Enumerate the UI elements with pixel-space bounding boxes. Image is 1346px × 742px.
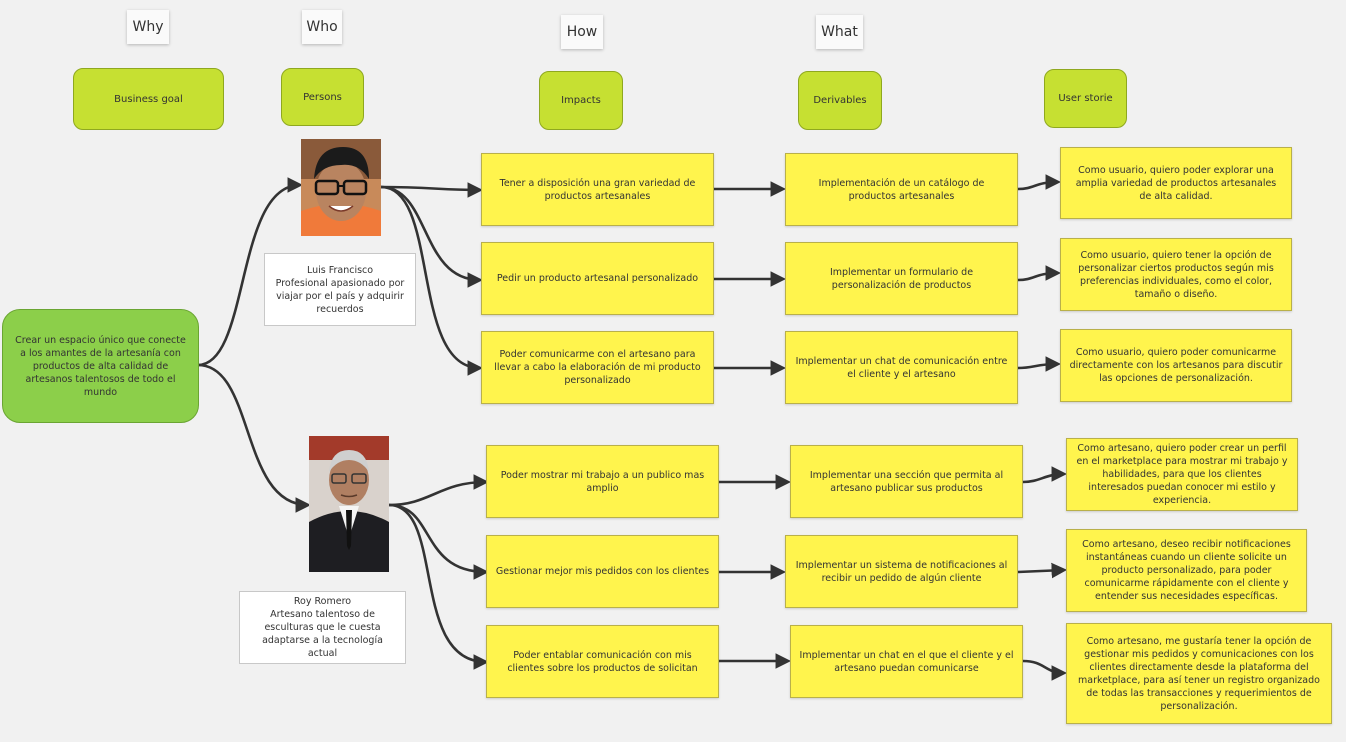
connector-derivable5-story5 xyxy=(1017,562,1068,579)
derivable-5[interactable]: Implementar un sistema de notificaciones… xyxy=(785,535,1018,608)
category-business-goal[interactable]: Business goal xyxy=(73,68,224,130)
category-derivables[interactable]: Derivables xyxy=(798,71,882,130)
user-story-2[interactable]: Como usuario, quiero tener la opción de … xyxy=(1060,238,1292,311)
connector-derivable6-story6 xyxy=(1022,659,1068,681)
persona-photo-roy[interactable] xyxy=(309,436,389,572)
user-story-6[interactable]: Como artesano, me gustaría tener la opci… xyxy=(1066,623,1332,724)
derivable-1[interactable]: Implementación de un catálogo de product… xyxy=(785,153,1018,226)
impact-5[interactable]: Gestionar mejor mis pedidos con los clie… xyxy=(486,535,719,608)
persona-description: Profesional apasionado por viajar por el… xyxy=(275,277,405,315)
connector-persona2-impact5 xyxy=(388,503,490,580)
user-story-4[interactable]: Como artesano, quiero poder crear un per… xyxy=(1066,438,1298,511)
persona-description: Artesano talentoso de esculturas que le … xyxy=(262,609,383,659)
impact-6[interactable]: Poder entablar comunicación con mis clie… xyxy=(486,625,719,698)
connector-persona2-impact4 xyxy=(388,474,490,507)
persona-name: Roy Romero xyxy=(293,596,352,607)
derivable-2[interactable]: Implementar un formulario de personaliza… xyxy=(785,242,1018,315)
connector-goal-persona-2 xyxy=(197,363,312,513)
derivable-4[interactable]: Implementar una sección que permita al a… xyxy=(790,445,1023,518)
connector-derivable4-story4 xyxy=(1022,466,1068,484)
header-what: What xyxy=(816,15,863,49)
persona-name: Luis Francisco xyxy=(306,264,374,276)
derivable-6[interactable]: Implementar un chat en el que el cliente… xyxy=(790,625,1023,698)
persona-card-roy[interactable]: Roy Romero Artesano talentoso de escultu… xyxy=(239,591,406,664)
impact-4[interactable]: Poder mostrar mi trabajo a un publico ma… xyxy=(486,445,719,518)
person-avatar-icon xyxy=(309,436,389,572)
header-who: Who xyxy=(302,10,342,44)
person-avatar-icon xyxy=(301,139,381,236)
user-story-5[interactable]: Como artesano, deseo recibir notificacio… xyxy=(1066,529,1307,612)
user-story-1[interactable]: Como usuario, quiero poder explorar una … xyxy=(1060,147,1292,219)
connector-derivable1-story1 xyxy=(1017,174,1062,191)
header-how: How xyxy=(561,15,603,49)
user-story-3[interactable]: Como usuario, quiero poder comunicarme d… xyxy=(1060,329,1292,402)
impact-3[interactable]: Poder comunicarme con el artesano para l… xyxy=(481,331,714,404)
derivable-3[interactable]: Implementar un chat de comunicación entr… xyxy=(785,331,1018,404)
connector-derivable3-story3 xyxy=(1017,356,1062,372)
persona-photo-luis[interactable] xyxy=(301,139,381,236)
category-user-storie[interactable]: User storie xyxy=(1044,69,1127,128)
business-goal-node[interactable]: Crear un espacio único que conecte a los… xyxy=(2,309,199,423)
category-impacts[interactable]: Impacts xyxy=(539,71,623,130)
connector-derivable2-story2 xyxy=(1017,265,1062,282)
impact-2[interactable]: Pedir un producto artesanal personalizad… xyxy=(481,242,714,315)
impact-1[interactable]: Tener a disposición una gran variedad de… xyxy=(481,153,714,226)
persona-card-luis[interactable]: Luis Francisco Profesional apasionado po… xyxy=(264,253,416,326)
header-why: Why xyxy=(127,10,169,44)
category-persons[interactable]: Persons xyxy=(281,68,364,126)
